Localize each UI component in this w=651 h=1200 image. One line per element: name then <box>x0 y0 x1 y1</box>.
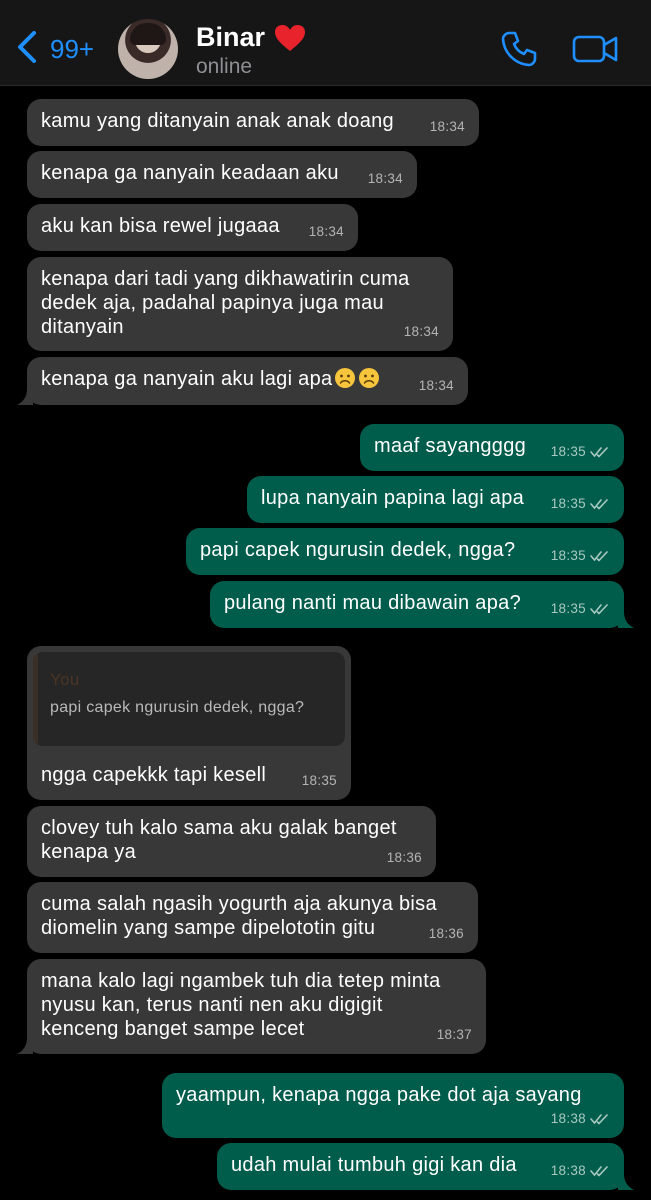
message-text: ngga capekkk tapi kesell <box>41 764 267 786</box>
message-bubble-outgoing[interactable]: pulang nanti mau dibawain apa? 18:35 <box>210 581 634 628</box>
message-bubble-incoming[interactable]: kenapa ga nanyain aku lagi apa 18:34 <box>17 357 468 405</box>
message-bubble-outgoing[interactable]: maaf sayangggg 18:35 <box>360 424 624 471</box>
bubble-tail <box>618 1174 634 1190</box>
message-bubble-incoming[interactable]: kamu yang ditanyain anak anak doang 18:3… <box>27 99 479 146</box>
quote-text: papi capek ngurusin dedek, ngga? <box>50 699 305 716</box>
read-receipt-icon <box>590 1114 608 1125</box>
video-call-icon[interactable] <box>572 34 618 64</box>
bubble-tail <box>17 1038 33 1054</box>
message-text: kenapa ga nanyain keadaan aku <box>41 162 339 184</box>
message-text: aku kan bisa rewel jugaaa <box>41 215 280 237</box>
message-time: 18:35 <box>551 544 610 568</box>
unread-count[interactable]: 99+ <box>50 34 94 65</box>
message-time: 18:34 <box>308 224 344 239</box>
online-status: online <box>196 55 253 78</box>
message-time: 18:34 <box>367 171 403 186</box>
message-time: 18:34 <box>429 119 465 134</box>
message-time: 18:35 <box>551 492 610 516</box>
message-bubble-incoming-reply[interactable]: You papi capek ngurusin dedek, ngga? ngg… <box>27 646 351 800</box>
message-text: cuma salah ngasih yogurth aja akunya bis… <box>41 893 437 939</box>
red-heart-icon <box>275 25 305 51</box>
read-receipt-icon <box>590 604 608 615</box>
message-bubble-incoming[interactable]: aku kan bisa rewel jugaaa 18:34 <box>27 204 358 251</box>
message-text: kamu yang ditanyain anak anak doang <box>41 110 394 132</box>
frowning-face-icon <box>335 368 356 388</box>
message-time: 18:36 <box>428 926 464 941</box>
message-text: mana kalo lagi ngambek tuh dia tetep min… <box>41 970 441 1040</box>
message-bubble-outgoing[interactable]: papi capek ngurusin dedek, ngga? 18:35 <box>186 528 624 575</box>
message-bubble-incoming[interactable]: cuma salah ngasih yogurth aja akunya bis… <box>27 882 478 953</box>
message-time: 18:38 <box>551 1107 610 1131</box>
message-time: 18:35 <box>551 440 610 464</box>
message-time: 18:36 <box>386 850 422 865</box>
message-time: 18:35 <box>301 773 337 788</box>
message-bubble-incoming[interactable]: clovey tuh kalo sama aku galak banget ke… <box>27 806 436 877</box>
message-bubble-outgoing[interactable]: yaampun, kenapa ngga pake dot aja sayang… <box>162 1073 624 1138</box>
message-bubble-outgoing[interactable]: udah mulai tumbuh gigi kan dia 18:38 <box>217 1143 634 1190</box>
message-text: kenapa ga nanyain aku lagi apa <box>41 367 454 391</box>
bubble-tail <box>17 389 33 405</box>
contact-name[interactable]: Binar <box>196 22 265 53</box>
quote-author: You <box>50 670 80 689</box>
message-time: 18:35 <box>551 597 610 621</box>
message-bubble-outgoing[interactable]: lupa nanyain papina lagi apa 18:35 <box>247 476 624 523</box>
message-text: yaampun, kenapa ngga pake dot aja sayang <box>176 1084 582 1106</box>
message-text: kenapa dari tadi yang dikhawatirin cuma … <box>41 268 410 338</box>
read-receipt-icon <box>590 447 608 458</box>
back-chevron-icon[interactable] <box>14 30 40 64</box>
frowning-face-icon <box>359 368 380 388</box>
quoted-message[interactable]: You papi capek ngurusin dedek, ngga? <box>33 652 345 746</box>
message-time: 18:34 <box>403 324 439 339</box>
message-time: 18:37 <box>436 1027 472 1042</box>
message-bubble-incoming[interactable]: kenapa ga nanyain keadaan aku 18:34 <box>27 151 417 198</box>
read-receipt-icon <box>590 551 608 562</box>
phone-icon[interactable] <box>500 30 538 68</box>
message-bubble-incoming[interactable]: kenapa dari tadi yang dikhawatirin cuma … <box>27 257 453 351</box>
avatar[interactable] <box>118 19 178 79</box>
message-text: papi capek ngurusin dedek, ngga? <box>200 539 516 561</box>
read-receipt-icon <box>590 1166 608 1177</box>
message-time: 18:38 <box>551 1159 610 1183</box>
quote-bar <box>33 652 38 746</box>
message-bubble-incoming[interactable]: mana kalo lagi ngambek tuh dia tetep min… <box>17 959 486 1054</box>
read-receipt-icon <box>590 499 608 510</box>
chat-header: 99+ Binar online <box>0 0 651 86</box>
message-time: 18:34 <box>418 378 454 393</box>
message-text: clovey tuh kalo sama aku galak banget ke… <box>41 817 397 863</box>
bubble-tail <box>618 612 634 628</box>
